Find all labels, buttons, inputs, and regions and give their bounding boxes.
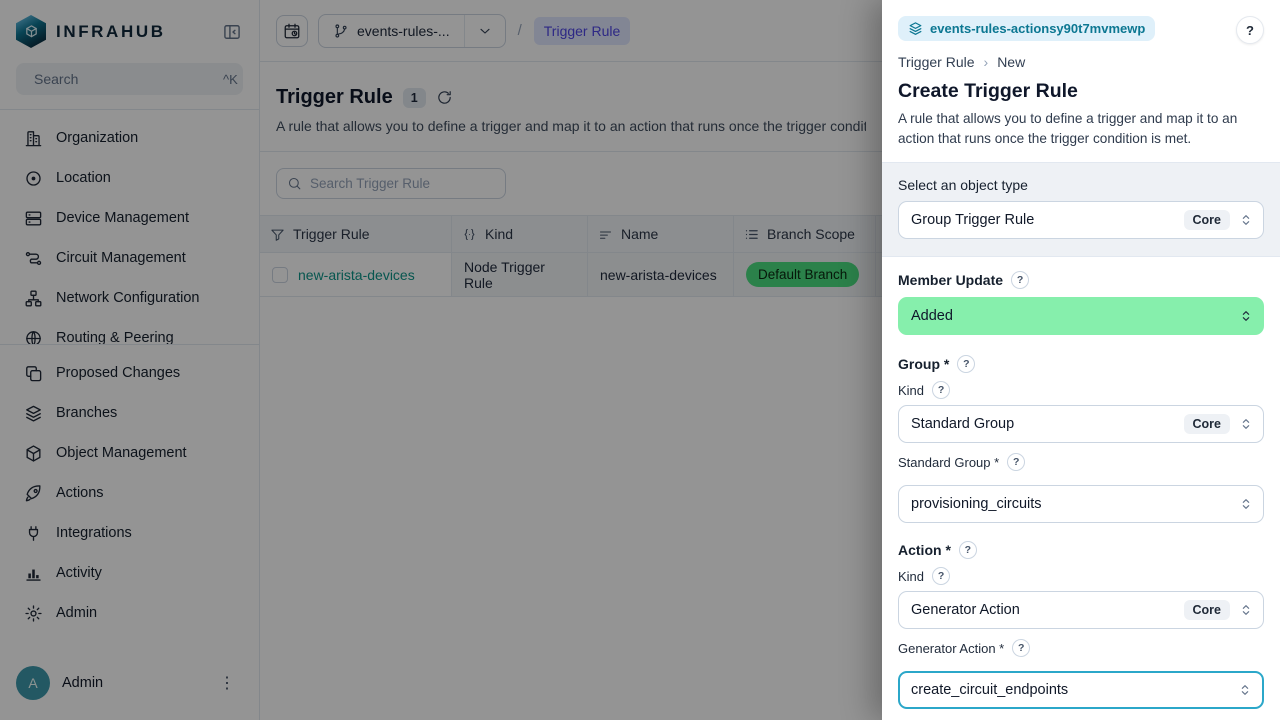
chevrons-up-down-icon: [1237, 682, 1253, 698]
chevrons-up-down-icon: [1238, 496, 1254, 512]
chevrons-up-down-icon: [1238, 602, 1254, 618]
member-update-select[interactable]: Added: [898, 297, 1264, 335]
help-icon[interactable]: ?: [932, 381, 950, 399]
layers-icon: [908, 21, 923, 36]
generator-action-select[interactable]: create_circuit_endpoints: [898, 671, 1264, 709]
chevron-right-icon: ›: [984, 54, 989, 70]
standard-group-label: Standard Group * ?: [898, 453, 1264, 471]
generator-action-label: Generator Action * ?: [898, 639, 1264, 657]
action-section-label: Action * ?: [898, 541, 1264, 559]
help-icon[interactable]: ?: [1012, 639, 1030, 657]
drawer-header: events-rules-actionsy90t7mvmewp ? Trigge…: [882, 0, 1280, 162]
create-trigger-rule-drawer: events-rules-actionsy90t7mvmewp ? Trigge…: [882, 0, 1280, 720]
group-kind-label: Kind ?: [898, 381, 1264, 399]
core-badge: Core: [1184, 414, 1230, 434]
help-button[interactable]: ?: [1236, 16, 1264, 44]
breadcrumb-current: New: [997, 54, 1025, 70]
help-icon[interactable]: ?: [959, 541, 977, 559]
help-icon[interactable]: ?: [932, 567, 950, 585]
chevrons-up-down-icon: [1238, 308, 1254, 324]
help-icon[interactable]: ?: [1011, 271, 1029, 289]
object-type-select[interactable]: Group Trigger Rule Core: [898, 201, 1264, 239]
branch-badge-label: events-rules-actionsy90t7mvmewp: [930, 21, 1145, 36]
select-value: Generator Action: [911, 602, 1176, 618]
core-badge: Core: [1184, 210, 1230, 230]
member-update-label: Member Update ?: [898, 271, 1264, 289]
standard-group-select[interactable]: provisioning_circuits: [898, 485, 1264, 523]
breadcrumb-parent[interactable]: Trigger Rule: [898, 54, 975, 70]
drawer-breadcrumb: Trigger Rule › New: [898, 54, 1264, 70]
drawer-description: A rule that allows you to define a trigg…: [898, 109, 1264, 162]
select-value: provisioning_circuits: [911, 496, 1230, 512]
select-value: Standard Group: [911, 416, 1176, 432]
action-kind-select[interactable]: Generator Action Core: [898, 591, 1264, 629]
chevrons-up-down-icon: [1238, 212, 1254, 228]
group-section-label: Group * ?: [898, 355, 1264, 373]
drawer-form: Member Update ? Added Group * ? Kind ?: [882, 271, 1280, 720]
object-type-section: Select an object type Group Trigger Rule…: [882, 162, 1280, 257]
drawer-title: Create Trigger Rule: [898, 80, 1264, 103]
branch-badge[interactable]: events-rules-actionsy90t7mvmewp: [898, 16, 1155, 41]
chevrons-up-down-icon: [1238, 416, 1254, 432]
action-kind-label: Kind ?: [898, 567, 1264, 585]
core-badge: Core: [1184, 600, 1230, 620]
app-window: INFRAHUB ^K Organization Location Device…: [0, 0, 1280, 720]
object-type-label: Select an object type: [898, 177, 1264, 193]
help-icon[interactable]: ?: [957, 355, 975, 373]
select-value: create_circuit_endpoints: [911, 682, 1229, 698]
help-icon[interactable]: ?: [1007, 453, 1025, 471]
select-value: Group Trigger Rule: [911, 212, 1176, 228]
group-kind-select[interactable]: Standard Group Core: [898, 405, 1264, 443]
select-value: Added: [911, 308, 1230, 324]
